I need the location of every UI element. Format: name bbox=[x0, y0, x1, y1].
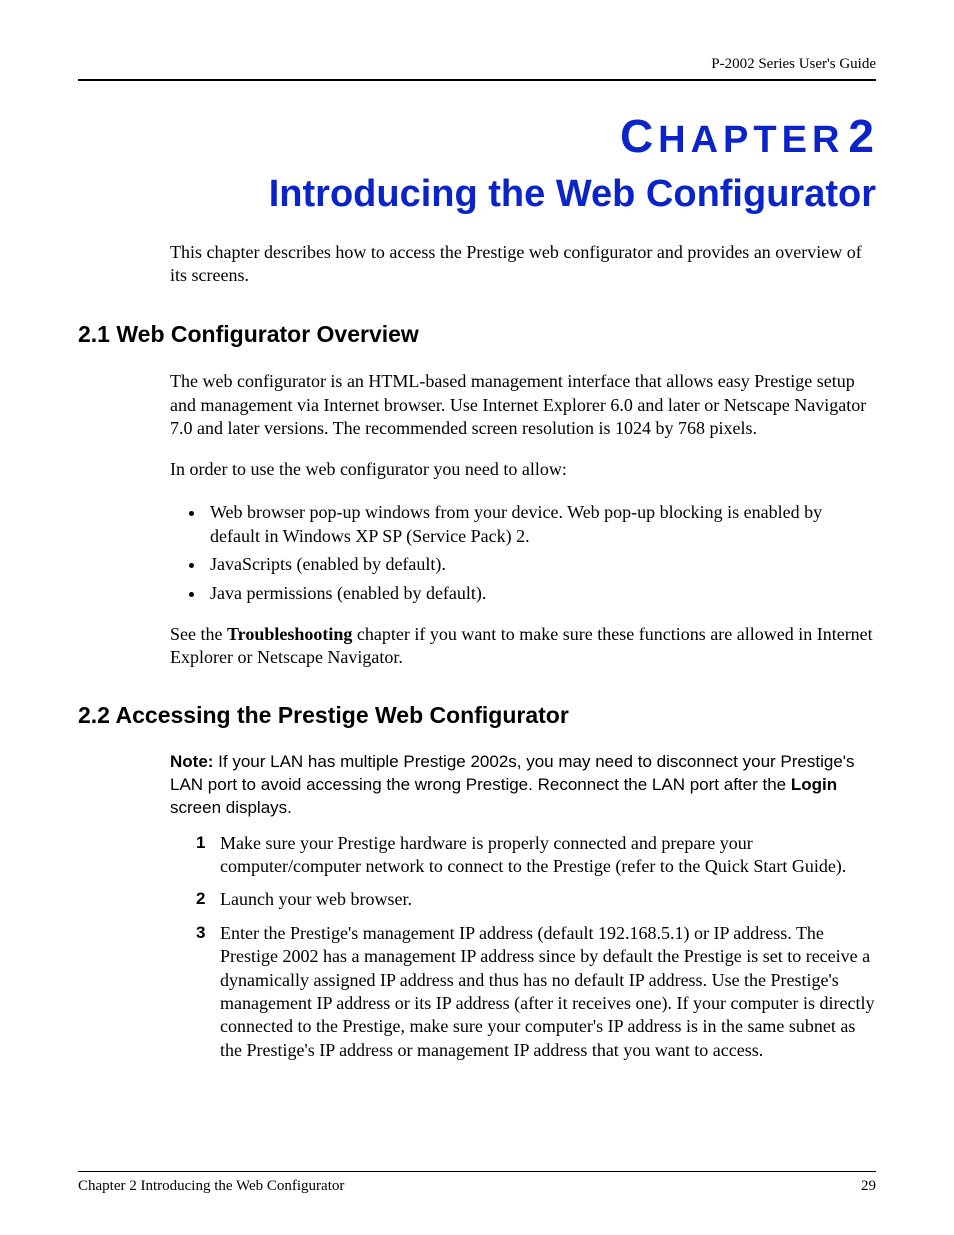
section-2-2-steps: 1 Make sure your Prestige hardware is pr… bbox=[198, 832, 876, 1063]
list-item: Web browser pop-up windows from your dev… bbox=[206, 500, 876, 549]
text-fragment: See the bbox=[170, 624, 227, 644]
section-2-1-heading: 2.1 Web Configurator Overview bbox=[78, 321, 876, 348]
page-footer: Chapter 2 Introducing the Web Configurat… bbox=[78, 1171, 876, 1195]
step-text: Launch your web browser. bbox=[220, 889, 412, 909]
list-item: Java permissions (enabled by default). bbox=[206, 581, 876, 605]
troubleshooting-ref: Troubleshooting bbox=[227, 624, 352, 644]
chapter-title: Introducing the Web Configurator bbox=[248, 171, 876, 219]
header-doc-title: P-2002 Series User's Guide bbox=[78, 56, 876, 73]
step-number: 3 bbox=[196, 922, 205, 944]
chapter-intro: This chapter describes how to access the… bbox=[170, 241, 876, 288]
section-2-1-para-3: See the Troubleshooting chapter if you w… bbox=[170, 623, 876, 670]
section-2-2-note: Note: If your LAN has multiple Prestige … bbox=[170, 751, 876, 820]
note-text-1: If your LAN has multiple Prestige 2002s,… bbox=[170, 752, 855, 794]
login-ref: Login bbox=[791, 775, 837, 794]
step-text: Enter the Prestige's management IP addre… bbox=[220, 923, 874, 1060]
chapter-heading-block: CHAPTER 2 Introducing the Web Configurat… bbox=[248, 109, 876, 219]
section-2-1-bullet-list: Web browser pop-up windows from your dev… bbox=[206, 500, 876, 605]
step-item: 1 Make sure your Prestige hardware is pr… bbox=[198, 832, 876, 879]
step-item: 3 Enter the Prestige's management IP add… bbox=[198, 922, 876, 1062]
step-number: 1 bbox=[196, 832, 205, 854]
note-label: Note: bbox=[170, 752, 213, 771]
section-2-2-heading: 2.2 Accessing the Prestige Web Configura… bbox=[78, 702, 876, 729]
chapter-label-line: CHAPTER 2 bbox=[248, 109, 876, 163]
section-2-1-para-2: In order to use the web configurator you… bbox=[170, 458, 876, 481]
step-number: 2 bbox=[196, 888, 205, 910]
list-item: JavaScripts (enabled by default). bbox=[206, 552, 876, 576]
section-2-1-para-1: The web configurator is an HTML-based ma… bbox=[170, 370, 876, 440]
step-item: 2 Launch your web browser. bbox=[198, 888, 876, 911]
chapter-label-rest: HAPTER bbox=[658, 119, 844, 161]
chapter-number: 2 bbox=[848, 110, 876, 162]
footer-page-number: 29 bbox=[861, 1178, 876, 1195]
chapter-label-initial: C bbox=[620, 110, 658, 162]
footer-rule bbox=[78, 1171, 876, 1172]
step-text: Make sure your Prestige hardware is prop… bbox=[220, 833, 846, 876]
note-text-2: screen displays. bbox=[170, 798, 292, 817]
footer-left: Chapter 2 Introducing the Web Configurat… bbox=[78, 1178, 344, 1195]
header-rule bbox=[78, 79, 876, 81]
